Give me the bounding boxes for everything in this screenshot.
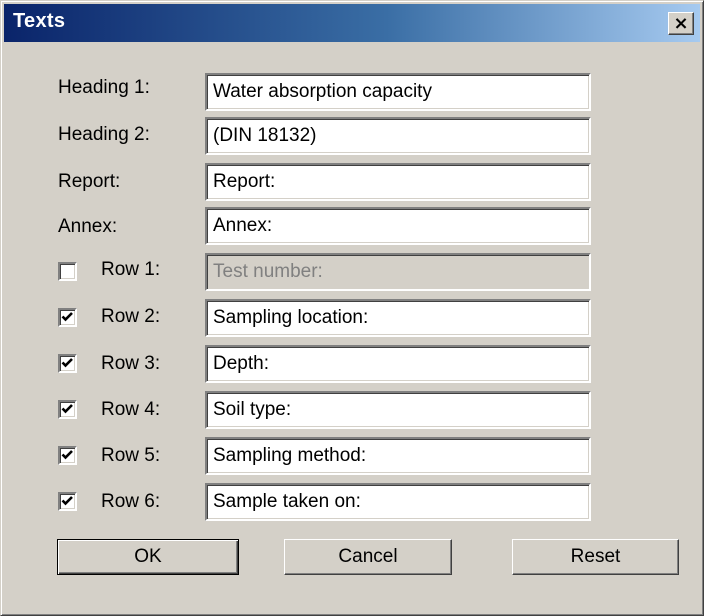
heading-1-input[interactable]: Water absorption capacity xyxy=(205,73,591,111)
heading-2-label: Heading 2: xyxy=(58,124,150,145)
checkmark-icon xyxy=(61,312,73,322)
row-5-label: Row 5: xyxy=(101,445,161,466)
row-5-input[interactable]: Sampling method: xyxy=(205,437,591,475)
row-6-checkbox[interactable] xyxy=(58,492,77,511)
texts-dialog: Texts × Heading 1: Water absorption capa… xyxy=(0,0,704,616)
row-5-checkbox[interactable] xyxy=(58,446,77,465)
cancel-button[interactable]: Cancel xyxy=(284,539,452,575)
checkmark-icon xyxy=(61,496,73,506)
checkmark-icon xyxy=(61,358,73,368)
row-3-input[interactable]: Depth: xyxy=(205,345,591,383)
row-2-input[interactable]: Sampling location: xyxy=(205,299,591,337)
heading-2-input[interactable]: (DIN 18132) xyxy=(205,117,591,155)
annex-label: Annex: xyxy=(58,216,118,237)
annex-input[interactable]: Annex: xyxy=(205,207,591,245)
row-2-checkbox[interactable] xyxy=(58,308,77,327)
row-4-input[interactable]: Soil type: xyxy=(205,391,591,429)
row-4-label: Row 4: xyxy=(101,399,161,420)
row-3-checkbox[interactable] xyxy=(58,354,77,373)
close-icon: × xyxy=(673,12,689,34)
ok-button[interactable]: OK xyxy=(57,539,239,575)
checkmark-icon xyxy=(61,450,73,460)
close-button[interactable]: × xyxy=(668,12,694,35)
window-title: Texts xyxy=(13,10,66,32)
row-2-label: Row 2: xyxy=(101,306,161,327)
row-6-label: Row 6: xyxy=(101,491,161,512)
checkmark-icon xyxy=(61,404,73,414)
row-1-label: Row 1: xyxy=(101,259,161,280)
heading-1-label: Heading 1: xyxy=(58,77,150,98)
report-label: Report: xyxy=(58,171,121,192)
reset-button[interactable]: Reset xyxy=(512,539,679,575)
row-3-label: Row 3: xyxy=(101,353,161,374)
report-input[interactable]: Report: xyxy=(205,163,591,201)
title-bar[interactable]: Texts × xyxy=(4,4,700,42)
row-1-input[interactable]: Test number: xyxy=(205,253,591,291)
row-4-checkbox[interactable] xyxy=(58,400,77,419)
row-6-input[interactable]: Sample taken on: xyxy=(205,483,591,521)
row-1-checkbox[interactable] xyxy=(58,262,77,281)
